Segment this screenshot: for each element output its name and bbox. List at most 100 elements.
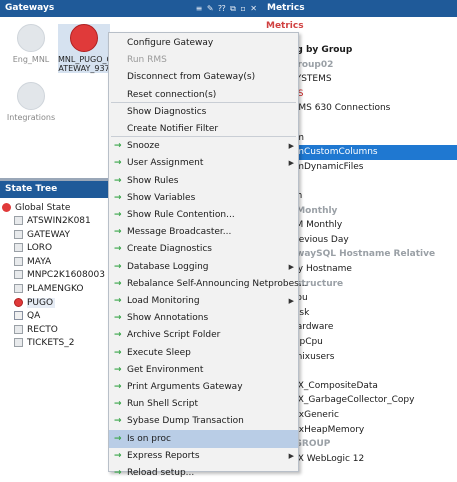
green-arrow-icon: → bbox=[114, 175, 122, 186]
green-arrow-icon: → bbox=[114, 141, 122, 152]
green-arrow-icon: → bbox=[114, 261, 122, 272]
green-arrow-icon: → bbox=[114, 416, 122, 427]
menu-item-label: Get Environment bbox=[127, 364, 204, 375]
server-icon bbox=[14, 270, 23, 280]
menu-item-label: User Assignment bbox=[127, 158, 204, 169]
submenu-arrow-icon: ▶ bbox=[288, 451, 294, 460]
gateway-label-line2: ATEWAY_937 bbox=[58, 64, 110, 73]
tree-item[interactable]: PLAMENGKO bbox=[14, 283, 83, 296]
menu-item[interactable]: → Database Logging ▶ bbox=[109, 258, 298, 276]
green-arrow-icon: → bbox=[114, 296, 122, 306]
state-tree-title-bar: State Tree bbox=[0, 181, 110, 198]
server-icon bbox=[14, 229, 23, 239]
menu-item[interactable]: → User Assignment ▶ bbox=[109, 154, 298, 172]
gateway-icon bbox=[17, 24, 45, 52]
green-arrow-icon: → bbox=[114, 399, 122, 410]
server-icon bbox=[14, 256, 23, 266]
menu-item[interactable]: → Get Environment bbox=[109, 361, 298, 379]
menu-item-label: Create Diagnostics bbox=[127, 244, 212, 255]
menu-item-label: Sybase Dump Transaction bbox=[127, 416, 244, 427]
menu-item-label: Show Variables bbox=[127, 192, 196, 203]
menu-item[interactable]: → Show Annotations bbox=[109, 309, 298, 327]
menu-item[interactable]: → Load Monitoring ▶ bbox=[109, 292, 298, 310]
server-icon bbox=[14, 216, 23, 225]
menu-item-label: Rebalance Self-Announcing Netprobes... bbox=[127, 278, 308, 289]
tree-item[interactable]: TICKETS_2 bbox=[14, 337, 74, 350]
tree-item-label: PUGO bbox=[27, 297, 56, 308]
menu-item[interactable]: Disconnect from Gateway(s) bbox=[109, 68, 298, 86]
menu-item-label: Execute Sleep bbox=[127, 347, 191, 358]
menu-item[interactable]: → Print Arguments Gateway bbox=[109, 378, 298, 396]
tree-item-label: RECTO bbox=[27, 324, 58, 335]
tree-root[interactable]: Global State bbox=[2, 202, 70, 215]
menu-item[interactable]: → Create Diagnostics bbox=[109, 240, 298, 258]
gateways-title: Gateways bbox=[5, 3, 55, 13]
menu-item[interactable]: Show Diagnostics bbox=[109, 103, 298, 121]
menu-item-label: Express Reports bbox=[127, 450, 200, 461]
menu-item[interactable]: → Message Broadcaster... bbox=[109, 223, 298, 241]
menu-item-label: Snooze bbox=[127, 141, 160, 152]
green-arrow-icon: → bbox=[114, 192, 122, 203]
menu-item-label: Show Rules bbox=[127, 175, 179, 186]
tree-item[interactable]: RECTO bbox=[14, 324, 58, 337]
green-arrow-icon: → bbox=[114, 227, 122, 238]
green-arrow-icon: → bbox=[114, 278, 122, 289]
tree-root-label: Global State bbox=[15, 203, 71, 213]
menu-item[interactable]: Configure Gateway bbox=[109, 34, 298, 52]
tree-item[interactable]: MAYA bbox=[14, 256, 51, 269]
menu-item-label: Show Rule Contention... bbox=[127, 210, 235, 220]
gateway-integrations[interactable]: Integrations bbox=[4, 82, 58, 122]
gateway-label: Eng_MNL bbox=[12, 55, 50, 64]
global-state-icon bbox=[2, 203, 11, 212]
server-icon bbox=[14, 243, 23, 253]
tree-item[interactable]: LORO bbox=[14, 242, 52, 255]
menu-item[interactable]: → Reload setup... bbox=[109, 464, 298, 482]
server-icon bbox=[14, 284, 23, 293]
tree-item-label: GATEWAY bbox=[27, 229, 70, 240]
menu-item[interactable]: → Show Rules bbox=[109, 172, 298, 190]
menu-item[interactable]: → Archive Script Folder bbox=[109, 326, 298, 344]
menu-item-label: Archive Script Folder bbox=[127, 330, 221, 341]
server-icon bbox=[14, 324, 23, 334]
folder-icon bbox=[14, 311, 23, 321]
metrics-title: Metrics bbox=[267, 3, 305, 13]
green-arrow-icon: → bbox=[114, 364, 122, 375]
tab-metrics[interactable]: Metrics bbox=[266, 21, 304, 31]
menu-item[interactable]: → Run Shell Script bbox=[109, 395, 298, 413]
tree-item[interactable]: QA bbox=[14, 310, 40, 323]
menu-item[interactable]: → Execute Sleep bbox=[109, 344, 298, 362]
tree-item[interactable]: ATSWIN2K081 bbox=[14, 215, 91, 228]
menu-item-label: Show Annotations bbox=[127, 313, 209, 324]
panel-toolbar-icons[interactable]: ≡ ✎ ⁇ ⧉ ▫ ✕ bbox=[196, 0, 258, 17]
menu-item[interactable]: → Sybase Dump Transaction bbox=[109, 412, 298, 430]
menu-item[interactable]: → Rebalance Self-Announcing Netprobes... bbox=[109, 275, 307, 293]
state-tree-title: State Tree bbox=[5, 184, 58, 194]
menu-item[interactable]: → Show Variables bbox=[109, 189, 298, 207]
menu-item[interactable]: → Show Rule Contention... bbox=[109, 206, 298, 224]
submenu-arrow-icon: ▶ bbox=[288, 297, 294, 305]
submenu-arrow-icon: ▶ bbox=[288, 159, 294, 168]
menu-item-label: Load Monitoring bbox=[127, 296, 200, 306]
context-menu: Configure Gateway Run RMS Disconnect from … bbox=[108, 32, 307, 478]
menu-item-label: Is on proc bbox=[127, 433, 171, 444]
green-arrow-icon: → bbox=[114, 158, 122, 169]
tree-item[interactable]: PUGO bbox=[14, 297, 56, 310]
gateway-label: MNL_PUGO_G bbox=[58, 55, 113, 64]
gateway-eng-mnl[interactable]: Eng_MNL bbox=[8, 24, 54, 64]
menu-item[interactable]: Run RMS bbox=[109, 51, 298, 69]
gateway-mnl-pugo[interactable]: MNL_PUGO_G ATEWAY_937 bbox=[58, 24, 113, 73]
menu-item[interactable]: → Snooze ▶ bbox=[109, 137, 298, 155]
tree-item[interactable]: GATEWAY bbox=[14, 229, 70, 242]
tree-item-label: LORO bbox=[27, 243, 53, 254]
gateway-label: Integrations bbox=[6, 113, 56, 122]
state-tree-panel: State Tree Global State ATSWIN2K081 GATEW… bbox=[0, 181, 110, 472]
green-arrow-icon: → bbox=[114, 382, 122, 392]
tree-item[interactable]: MNPC2K1608003 bbox=[14, 269, 105, 282]
menu-item[interactable]: → Express Reports ▶ bbox=[109, 447, 298, 465]
green-arrow-icon: → bbox=[114, 244, 122, 255]
menu-item[interactable]: → Is on proc bbox=[109, 429, 298, 448]
menu-item-label: Run RMS bbox=[127, 55, 167, 66]
server-icon bbox=[14, 338, 23, 348]
menu-item-label: Reload setup... bbox=[127, 468, 195, 478]
green-arrow-icon: → bbox=[114, 468, 122, 478]
